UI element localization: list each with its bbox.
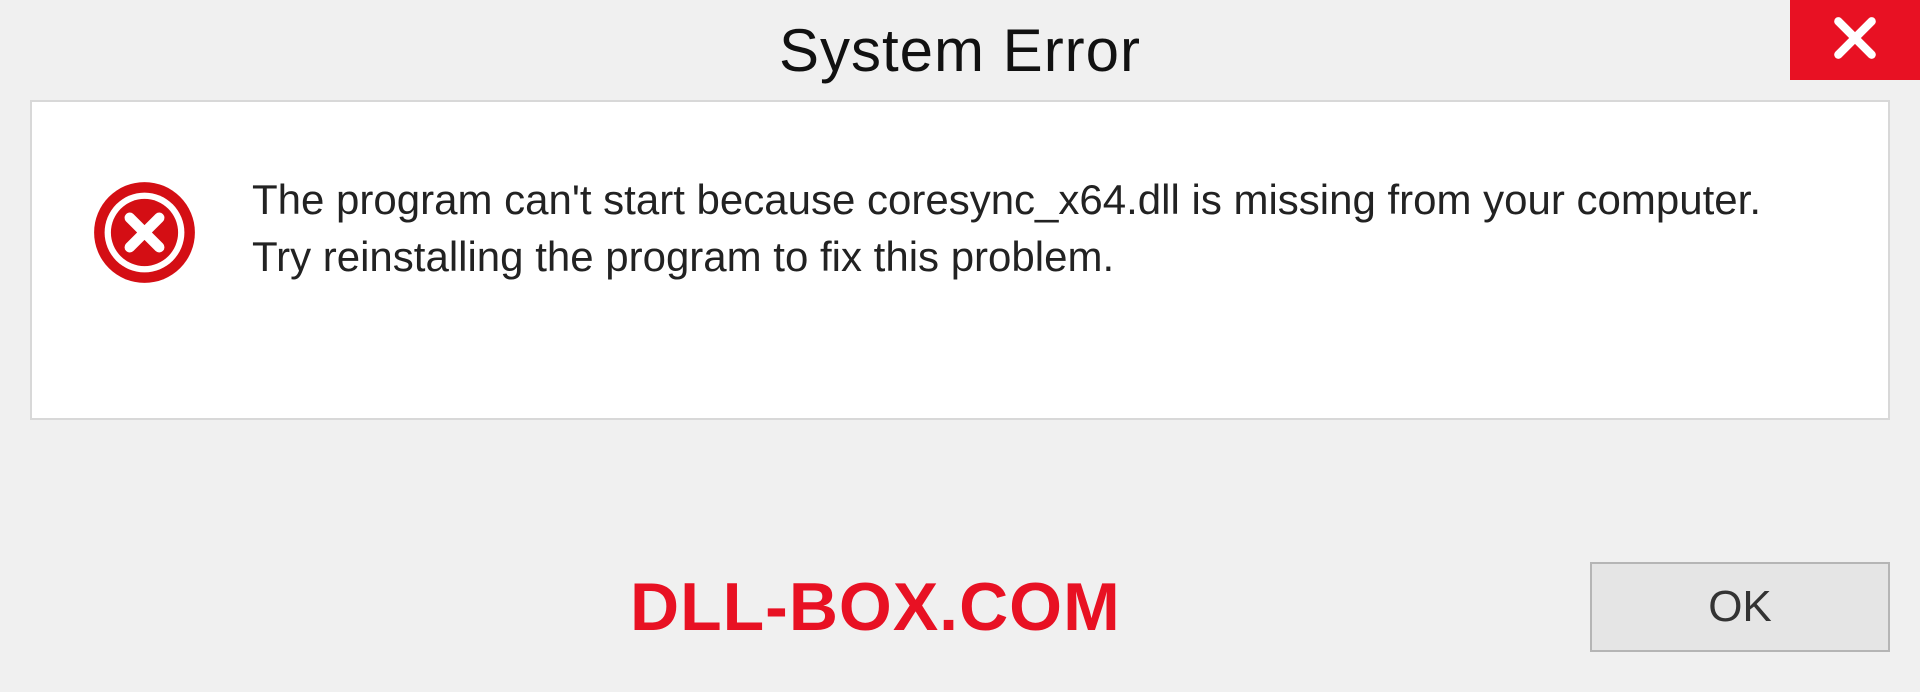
titlebar: System Error: [0, 0, 1920, 100]
dialog-title: System Error: [779, 16, 1141, 85]
ok-button[interactable]: OK: [1590, 562, 1890, 652]
watermark-text: DLL-BOX.COM: [630, 568, 1121, 646]
error-icon: [92, 180, 197, 285]
close-button[interactable]: [1790, 0, 1920, 80]
close-icon: [1830, 13, 1880, 68]
error-message: The program can't start because coresync…: [252, 172, 1828, 285]
ok-button-label: OK: [1708, 582, 1772, 632]
footer: DLL-BOX.COM OK: [30, 562, 1890, 652]
content-panel: The program can't start because coresync…: [30, 100, 1890, 420]
